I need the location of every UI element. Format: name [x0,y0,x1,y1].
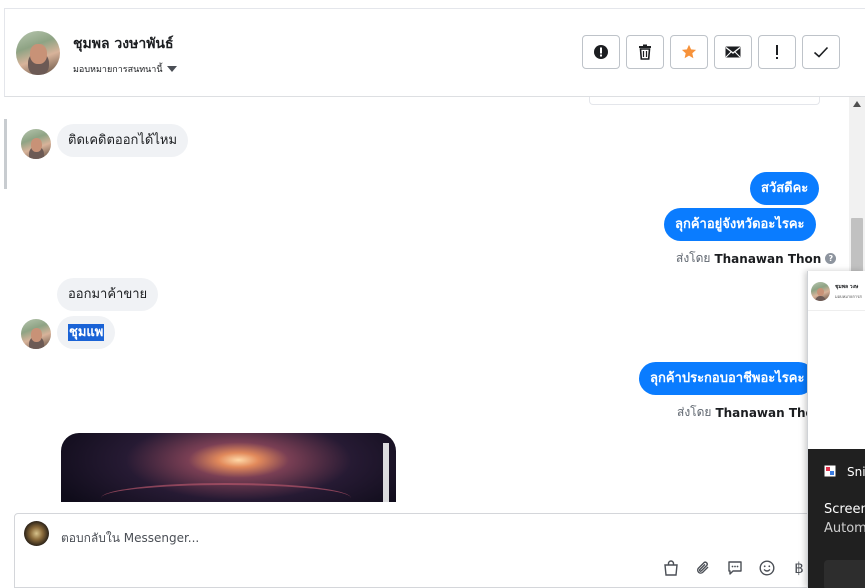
previous-message-card [589,97,820,105]
left-edge-indicator [4,119,7,189]
snipping-tool-notification[interactable]: ชุมพล วงษ มอบหมายการส Snip Screen Autom [807,271,865,588]
selected-text: ชุมแพ [68,324,105,341]
message-thread: ติดเคดิตออกได้ไหม สวัสดีคะ ลุกค้าอยู่จัง… [4,97,865,502]
payment-button[interactable]: ฿ [789,558,809,578]
incoming-message[interactable]: ติดเคดิตออกได้ไหม [57,124,189,157]
outgoing-message[interactable]: ลุกค้าประกอบอาชีพอะไรคะ [639,362,816,395]
help-icon[interactable]: ? [825,253,837,264]
check-icon [813,46,829,58]
paperclip-icon [697,561,709,574]
contact-name[interactable]: ชุมพล วงษาพันธ์ [73,33,174,55]
snip-action-button[interactable] [824,560,865,588]
outgoing-message[interactable]: สวัสดีคะ [750,172,820,205]
snip-message-title: Screen [824,502,865,517]
incoming-message[interactable]: ออกมาค้าขาย [57,278,159,311]
snip-preview-header: ชุมพล วงษ มอบหมายการส [808,271,865,311]
mail-button[interactable] [714,35,752,69]
trash-icon [639,44,651,60]
snip-toast[interactable]: Snip Screen Autom [808,449,865,588]
contact-avatar-small[interactable] [21,319,51,349]
incoming-photo-attachment[interactable] [61,433,396,502]
page-avatar [24,521,49,546]
mark-done-button[interactable] [802,35,840,69]
sent-by-prefix: ส่งโดย [677,405,712,419]
emoji-icon [759,560,775,576]
saved-replies-button[interactable] [725,558,745,578]
caret-down-icon [166,66,177,72]
snip-app-title: Snip [847,465,865,479]
photo-light-pole [383,443,389,502]
snipping-tool-icon [824,465,836,477]
contact-avatar-small[interactable] [21,129,51,159]
star-icon [681,44,697,59]
report-icon [594,45,608,59]
baht-icon: ฿ [794,559,804,577]
sent-by-label: ส่งโดย Thanawan Thon [677,403,822,422]
delete-button[interactable] [626,35,664,69]
mail-icon [725,46,741,58]
emoji-button[interactable] [757,558,777,578]
header-action-buttons [582,35,840,69]
shop-button[interactable] [661,558,681,578]
contact-avatar[interactable] [16,31,60,75]
mark-important-button[interactable] [758,35,796,69]
outgoing-message[interactable]: ลุกค้าอยู่จังหวัดอะไรคะ [664,208,816,241]
saved-reply-icon [728,561,742,575]
snip-preview-name: ชุมพล วงษ [835,284,859,290]
star-button[interactable] [670,35,708,69]
report-button[interactable] [582,35,620,69]
photo-tent-decoration [101,483,351,502]
conversation-header: ชุมพล วงษาพันธ์ มอบหมายการสนทนานี้ [4,8,865,97]
snip-preview-sub: มอบหมายการส [835,294,862,299]
snip-preview-avatar [811,282,830,301]
incoming-message-selected[interactable]: ชุมแพ [57,316,116,349]
reply-composer: ตอบกลับใน Messenger... ฿ [14,513,865,588]
scroll-up-arrow-icon[interactable] [853,101,861,107]
assign-conversation-dropdown[interactable]: มอบหมายการสนทนานี้ [73,62,177,76]
snip-message-body: Autom [824,521,865,536]
sent-by-label: ส่งโดย Thanawan Thon ? [676,249,837,268]
composer-toolbar: ฿ [661,558,809,578]
bag-icon [664,560,678,576]
sent-by-name[interactable]: Thanawan Thon [714,252,821,266]
attach-button[interactable] [693,558,713,578]
sent-by-prefix: ส่งโดย [676,251,711,265]
assign-conversation-label: มอบหมายการสนทนานี้ [73,65,163,75]
exclamation-icon [776,45,778,59]
scroll-thumb[interactable] [851,218,863,273]
messenger-conversation-window: ชุมพล วงษาพันธ์ มอบหมายการสนทนานี้ ติดเค… [0,0,865,588]
reply-input[interactable]: ตอบกลับใน Messenger... [61,529,199,548]
